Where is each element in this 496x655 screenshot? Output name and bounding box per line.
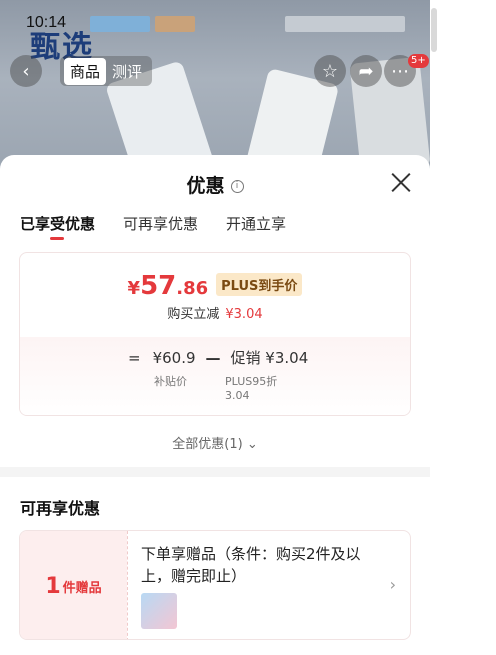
chevron-down-icon: ⌄ (242, 437, 258, 452)
tab-label: 已享受优惠 (20, 215, 96, 233)
price-integer: 57 (140, 271, 177, 301)
back-icon[interactable]: ‹ (10, 55, 42, 87)
promo-label: PLUS95折 (225, 375, 278, 388)
gift-count-label: 件赠品 (62, 580, 102, 596)
price-card: ¥ 57 .86 PLUS到手价 购买立减 ¥3.04 = ¥60.9 — 促销 … (19, 252, 411, 416)
gift-thumbnail (141, 593, 177, 629)
section-divider (0, 467, 430, 477)
product-background: 甄选 10:14 ‹ 商品 测评 ☆ ➦ ⋯ 5+ (0, 0, 430, 175)
blurred-status-icons (155, 16, 195, 32)
reduction-value: ¥3.04 (225, 307, 263, 322)
price-summary: ¥ 57 .86 PLUS到手价 购买立减 ¥3.04 (20, 253, 410, 337)
info-icon[interactable]: i (230, 180, 244, 193)
price-decimal: .86 (176, 278, 209, 299)
blurred-status-icons (285, 16, 405, 32)
price-currency: ¥ (127, 278, 141, 299)
gift-count-badge: 1 件赠品 (20, 531, 127, 639)
tab-activate-offers[interactable]: 开通立享 (226, 213, 286, 234)
tab-review[interactable]: 测评 (106, 58, 148, 85)
gift-count: 1 (45, 573, 61, 599)
instant-reduction: 购买立减 ¥3.04 (20, 303, 410, 322)
gift-offer-card[interactable]: 1 件赠品 下单享赠品（条件：购买2件及以上，赠完即止） › (19, 530, 411, 640)
promo-label-value: 3.04 (225, 389, 250, 402)
share-icon[interactable]: ➦ (350, 55, 382, 87)
screen: 甄选 10:14 ‹ 商品 测评 ☆ ➦ ⋯ 5+ 优惠 i 已享受优惠 可再享… (0, 0, 496, 655)
right-gutter (430, 0, 496, 655)
phone-screen: 甄选 10:14 ‹ 商品 测评 ☆ ➦ ⋯ 5+ 优惠 i 已享受优惠 可再享… (0, 0, 430, 655)
promo-discount: 促销 ¥3.04 (230, 349, 309, 367)
price-formula: = ¥60.9 — 促销 ¥3.04 (128, 347, 308, 368)
equals-sign: = (128, 348, 141, 367)
gift-description: 下单享赠品（条件：购买2件及以上，赠完即止） (141, 545, 361, 585)
top-tabs: 商品 测评 (60, 56, 153, 86)
more-offers-title: 可再享优惠 (20, 499, 101, 518)
tab-label: 可再享优惠 (123, 215, 199, 233)
subsidy-price: ¥60.9 (152, 348, 196, 367)
offer-tabs: 已享受优惠 可再享优惠 开通立享 (20, 213, 314, 240)
favorite-star-icon[interactable]: ☆ (314, 55, 346, 87)
tab-enjoyed-offers[interactable]: 已享受优惠 (20, 213, 96, 240)
final-price: ¥ 57 .86 PLUS到手价 (20, 271, 410, 301)
offers-sheet: 优惠 i 已享受优惠 可再享优惠 开通立享 ¥ 57 .86 PLUS到手价 购… (0, 155, 430, 655)
minus-sign: — (205, 348, 221, 367)
top-nav: ‹ 商品 测评 ☆ ➦ ⋯ 5+ (0, 54, 430, 88)
blurred-status-icons (90, 16, 150, 32)
active-tab-underline (50, 237, 64, 240)
plus-price-tag: PLUS到手价 (216, 273, 303, 296)
tab-more-offers[interactable]: 可再享优惠 (123, 213, 198, 234)
close-icon[interactable] (390, 171, 412, 193)
dashed-divider (127, 531, 128, 639)
subsidy-price-label: 补贴价 (154, 375, 187, 388)
price-breakdown: = ¥60.9 — 促销 ¥3.04 补贴价 PLUS95折 3.04 (20, 337, 410, 415)
status-time: 10:14 (26, 14, 67, 31)
tab-product[interactable]: 商品 (64, 57, 107, 85)
sheet-title-text: 优惠 (186, 175, 225, 197)
all-offers-text: 全部优惠(1) (172, 437, 243, 452)
sheet-title: 优惠 i (0, 171, 430, 198)
tab-label: 开通立享 (226, 215, 287, 233)
chevron-right-icon: › (389, 575, 396, 594)
reduction-label: 购买立减 (167, 307, 220, 322)
all-offers-link[interactable]: 全部优惠(1) ⌄ (0, 433, 430, 452)
more-badge: 5+ (408, 54, 429, 68)
scrollbar-handle[interactable] (431, 8, 437, 52)
